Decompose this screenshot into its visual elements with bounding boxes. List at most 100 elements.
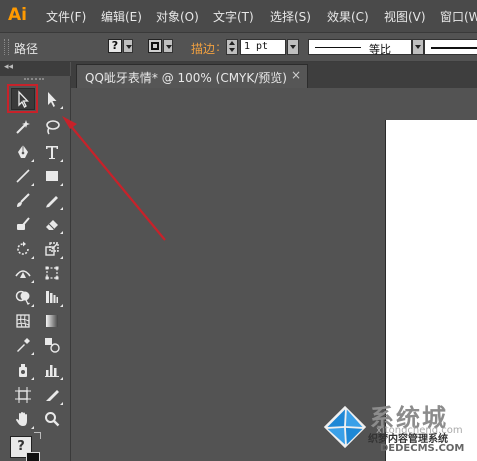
scale-tool[interactable] [40,238,64,260]
gradient-tool[interactable] [40,310,64,332]
rectangle-tool-icon [46,171,58,181]
profile-dropdown[interactable] [412,39,424,55]
tool-flyout-indicator [31,352,34,355]
toolbox-header: ◂◂ [0,62,70,76]
symbol-sprayer-tool-icon [19,364,27,377]
zoom-tool[interactable] [40,408,64,430]
blob-brush-tool[interactable] [11,213,35,235]
blob-brush-tool-icon [17,217,30,230]
document-tab-title: QQ呲牙表情* @ 100% (CMYK/预览) [85,71,287,85]
blend-tool[interactable] [40,334,64,356]
menu-object[interactable]: 对象(O) [156,8,199,25]
close-icon[interactable]: × [291,68,301,82]
mesh-tool[interactable] [11,310,35,332]
stroke-swatch[interactable] [148,39,162,53]
paintbrush-tool-icon [17,193,30,207]
rotate-tool[interactable] [11,238,35,260]
width-tool[interactable] [11,262,35,284]
eraser-tool[interactable] [40,213,64,235]
tool-flyout-indicator [31,183,34,186]
column-graph-tool-icon [45,365,59,377]
brush-definition[interactable] [424,39,477,55]
watermark-logo-icon [323,405,367,449]
lasso-tool[interactable] [40,116,64,138]
hand-tool-icon [16,412,27,426]
profile-preview-line [315,47,361,48]
direct-selection-tool-icon [48,92,57,107]
shape-builder-tool-icon [15,290,30,305]
stroke-label[interactable]: 描边 [191,40,215,57]
fill-swatch[interactable]: ? [108,39,122,53]
tool-flyout-indicator [31,256,34,259]
tool-flyout-indicator [31,280,34,283]
menu-type[interactable]: 文字(T) [213,8,254,25]
menu-edit[interactable]: 编辑(E) [101,8,142,25]
stroke-color-box[interactable] [26,452,40,461]
tool-flyout-indicator [60,377,63,380]
control-bar-grip[interactable] [4,39,9,55]
tool-flyout-indicator [60,231,63,234]
menu-file[interactable]: 文件(F) [46,8,86,25]
type-tool-icon [46,146,58,159]
tool-flyout-indicator [31,304,34,307]
slice-tool-icon [46,390,59,401]
pencil-tool[interactable] [40,189,64,211]
menu-view[interactable]: 视图(V) [384,8,426,25]
app-logo: Ai [8,5,27,25]
direct-selection-tool[interactable] [40,88,64,110]
stroke-weight-dropdown[interactable] [287,39,299,55]
tool-flyout-indicator [60,183,63,186]
fill-unknown-glyph: ? [17,439,25,454]
perspective-grid-tool-icon [46,291,58,303]
eyedropper-tool-icon [17,338,30,352]
tool-flyout-indicator [60,207,63,210]
eraser-tool-icon [46,220,58,230]
zoom-tool-icon [45,412,60,427]
free-transform-tool[interactable] [40,262,64,284]
pen-tool[interactable] [11,141,35,163]
line-segment-tool[interactable] [11,165,35,187]
tool-flyout-indicator [31,426,34,429]
variable-width-profile[interactable]: 等比 [308,39,412,56]
artboard-tool[interactable] [11,384,35,406]
lasso-tool-icon [46,120,60,135]
pen-tool-icon [18,145,28,158]
document-tab-strip: QQ呲牙表情* @ 100% (CMYK/预览) × [71,62,477,88]
rectangle-tool[interactable] [40,165,64,187]
selection-type-label: 路径 [14,42,39,56]
stroke-dropdown-arrow[interactable] [163,39,173,53]
menu-select[interactable]: 选择(S) [270,8,311,25]
swap-fill-stroke-icon[interactable] [34,432,41,439]
slice-tool[interactable] [40,384,64,406]
collapse-toolbox-button[interactable]: ◂◂ [4,62,13,72]
tool-flyout-indicator [31,159,34,162]
symbol-sprayer-tool[interactable] [11,359,35,381]
scale-tool-icon [45,242,59,256]
shape-builder-tool[interactable] [11,286,35,308]
stroke-weight-spinner[interactable] [226,39,238,55]
stroke-swatch-icon [151,42,159,50]
toolbox-grip[interactable] [24,78,44,83]
gradient-tool-icon [46,315,58,327]
fill-stroke-selector[interactable]: ? [10,432,41,461]
tool-flyout-indicator [60,159,63,162]
stroke-weight-field[interactable]: 1 pt [240,39,286,55]
menu-window[interactable]: 窗口(W [440,8,477,25]
line-segment-tool-icon [16,169,30,183]
type-tool[interactable] [40,141,64,163]
tool-flyout-indicator [60,402,63,405]
menu-effect[interactable]: 效果(C) [327,8,369,25]
eyedropper-tool[interactable] [11,334,35,356]
hand-tool[interactable] [11,408,35,430]
free-transform-tool-icon [45,266,59,280]
paintbrush-tool[interactable] [11,189,35,211]
document-tab[interactable]: QQ呲牙表情* @ 100% (CMYK/预览) × [76,64,308,88]
magic-wand-tool[interactable] [11,116,35,138]
column-graph-tool[interactable] [40,359,64,381]
menu-bar: Ai 文件(F) 编辑(E) 对象(O) 文字(T) 选择(S) 效果(C) 视… [0,0,477,33]
blend-tool-icon [45,338,60,353]
perspective-grid-tool[interactable] [40,286,64,308]
mesh-tool-icon [16,314,30,328]
fill-dropdown-arrow[interactable] [123,39,133,53]
profile-label: 等比 [369,43,391,56]
